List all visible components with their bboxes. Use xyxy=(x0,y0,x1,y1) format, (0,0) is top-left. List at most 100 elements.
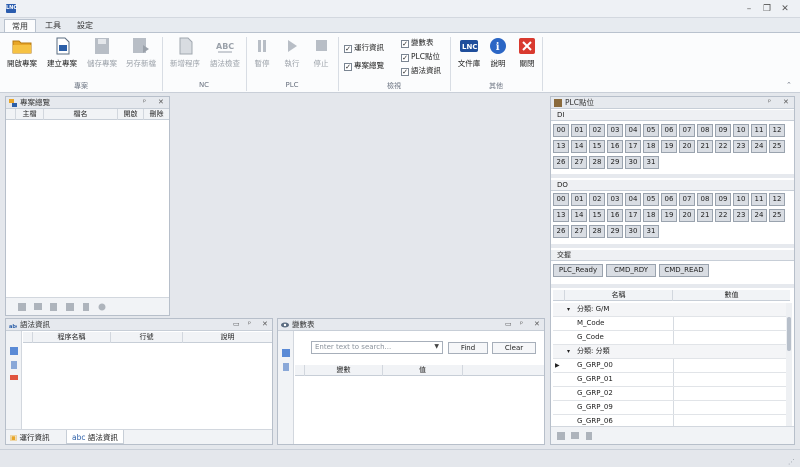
property-row[interactable]: G_Code xyxy=(553,331,790,345)
do-point-13[interactable]: 13 xyxy=(553,209,569,222)
syntax-check-button[interactable]: ABC 語法檢查 xyxy=(206,37,244,73)
di-point-13[interactable]: 13 xyxy=(553,140,569,153)
stop-button[interactable]: 停止 xyxy=(305,37,337,73)
restore-icon[interactable]: ❐ xyxy=(760,3,774,15)
di-point-14[interactable]: 14 xyxy=(571,140,587,153)
di-point-02[interactable]: 02 xyxy=(589,124,605,137)
toolbar-copy-icon[interactable] xyxy=(82,303,90,311)
do-point-06[interactable]: 06 xyxy=(661,193,677,206)
di-point-09[interactable]: 09 xyxy=(715,124,731,137)
do-point-16[interactable]: 16 xyxy=(607,209,623,222)
panel-close-icon[interactable]: ✕ xyxy=(534,319,540,330)
di-point-24[interactable]: 24 xyxy=(751,140,767,153)
di-point-03[interactable]: 03 xyxy=(607,124,623,137)
pin-icon[interactable]: ᵖ xyxy=(248,319,251,330)
di-point-15[interactable]: 15 xyxy=(589,140,605,153)
plc-ready-button[interactable]: PLC_Ready xyxy=(553,264,603,277)
do-point-28[interactable]: 28 xyxy=(589,225,605,238)
open-project-button[interactable]: 開啟專案 xyxy=(3,37,41,73)
column-header[interactable]: 主檔 xyxy=(16,109,44,120)
new-project-button[interactable]: 建立專案 xyxy=(43,37,81,73)
collapse-ribbon-icon[interactable]: ⌃ xyxy=(786,81,792,89)
run-button[interactable]: 執行 xyxy=(276,37,308,73)
property-row[interactable]: ▶ G_GRP_00 xyxy=(553,359,790,373)
di-point-30[interactable]: 30 xyxy=(625,156,641,169)
collapse-icon[interactable]: ▾ xyxy=(567,345,570,358)
do-point-15[interactable]: 15 xyxy=(589,209,605,222)
di-point-19[interactable]: 19 xyxy=(661,140,677,153)
di-point-16[interactable]: 16 xyxy=(607,140,623,153)
property-row[interactable]: M_Code xyxy=(553,317,790,331)
pin-icon[interactable]: ᵖ xyxy=(143,97,146,108)
di-point-22[interactable]: 22 xyxy=(715,140,731,153)
chevron-down-icon[interactable]: ▼ xyxy=(434,343,439,350)
resize-grip-icon[interactable]: ⋰ xyxy=(788,458,795,466)
float-icon[interactable]: ▭ xyxy=(505,319,512,330)
cmd-read-button[interactable]: CMD_READ xyxy=(659,264,709,277)
di-point-28[interactable]: 28 xyxy=(589,156,605,169)
pin-icon[interactable]: ᵖ xyxy=(768,97,771,108)
copy-icon[interactable] xyxy=(282,363,290,371)
copy-icon[interactable] xyxy=(10,361,18,369)
toolbar-save-icon[interactable] xyxy=(18,303,26,311)
do-point-24[interactable]: 24 xyxy=(751,209,767,222)
checkbox[interactable]: ✓ xyxy=(401,68,409,76)
di-point-10[interactable]: 10 xyxy=(733,124,749,137)
di-point-04[interactable]: 04 xyxy=(625,124,641,137)
checkbox[interactable]: ✓ xyxy=(401,40,409,48)
do-point-10[interactable]: 10 xyxy=(733,193,749,206)
refresh-icon[interactable] xyxy=(10,347,18,355)
tab-run-info[interactable]: ▣ 運行資訊 xyxy=(10,432,49,443)
checkbox[interactable]: ✓ xyxy=(344,63,352,71)
tab-settings[interactable]: 設定 xyxy=(70,19,100,33)
panel-close-icon[interactable]: ✕ xyxy=(158,97,164,108)
column-header[interactable]: 程序名稱 xyxy=(33,332,111,343)
check-plc-points[interactable]: ✓ PLC點位 xyxy=(401,51,440,62)
toolbar-export-icon[interactable] xyxy=(66,303,74,311)
column-header[interactable]: 行號 xyxy=(111,332,183,343)
di-point-17[interactable]: 17 xyxy=(625,140,641,153)
cmd-rdy-button[interactable]: CMD_RDY xyxy=(606,264,656,277)
property-scrollbar[interactable] xyxy=(786,303,792,427)
refresh-icon[interactable] xyxy=(282,349,290,357)
new-program-button[interactable]: 新增程序 xyxy=(166,37,204,73)
do-point-17[interactable]: 17 xyxy=(625,209,641,222)
do-point-01[interactable]: 01 xyxy=(571,193,587,206)
panel-close-icon[interactable]: ✕ xyxy=(262,319,268,330)
pause-button[interactable]: 暫停 xyxy=(246,37,278,73)
checkbox[interactable]: ✓ xyxy=(401,54,409,62)
splitter[interactable] xyxy=(551,174,794,178)
do-point-03[interactable]: 03 xyxy=(607,193,623,206)
property-row[interactable]: G_GRP_09 xyxy=(553,401,790,415)
checkbox[interactable]: ✓ xyxy=(344,45,352,53)
di-point-29[interactable]: 29 xyxy=(607,156,623,169)
splitter[interactable] xyxy=(551,244,794,248)
column-header[interactable]: 說明 xyxy=(183,332,272,343)
toolbar-add-icon[interactable] xyxy=(557,432,565,440)
di-point-01[interactable]: 01 xyxy=(571,124,587,137)
di-point-07[interactable]: 07 xyxy=(679,124,695,137)
save-project-button[interactable]: 儲存專案 xyxy=(83,37,121,73)
do-point-26[interactable]: 26 xyxy=(553,225,569,238)
di-point-18[interactable]: 18 xyxy=(643,140,659,153)
column-header[interactable]: 變數 xyxy=(305,365,383,376)
di-point-08[interactable]: 08 xyxy=(697,124,713,137)
splitter[interactable] xyxy=(551,284,794,288)
do-point-30[interactable]: 30 xyxy=(625,225,641,238)
di-point-26[interactable]: 26 xyxy=(553,156,569,169)
di-point-12[interactable]: 12 xyxy=(769,124,785,137)
di-point-20[interactable]: 20 xyxy=(679,140,695,153)
do-point-02[interactable]: 02 xyxy=(589,193,605,206)
column-header[interactable]: 值 xyxy=(383,365,463,376)
close-app-button[interactable]: 關閉 xyxy=(510,37,544,73)
do-point-25[interactable]: 25 xyxy=(769,209,785,222)
variable-search-input[interactable]: Enter text to search... ▼ xyxy=(311,341,443,354)
toolbar-folder-icon[interactable] xyxy=(571,432,579,440)
di-point-23[interactable]: 23 xyxy=(733,140,749,153)
do-point-09[interactable]: 09 xyxy=(715,193,731,206)
di-point-05[interactable]: 05 xyxy=(643,124,659,137)
column-header[interactable]: 數值 xyxy=(673,290,790,301)
pin-icon[interactable]: ᵖ xyxy=(520,319,523,330)
do-point-07[interactable]: 07 xyxy=(679,193,695,206)
clear-button[interactable]: Clear xyxy=(492,342,536,354)
